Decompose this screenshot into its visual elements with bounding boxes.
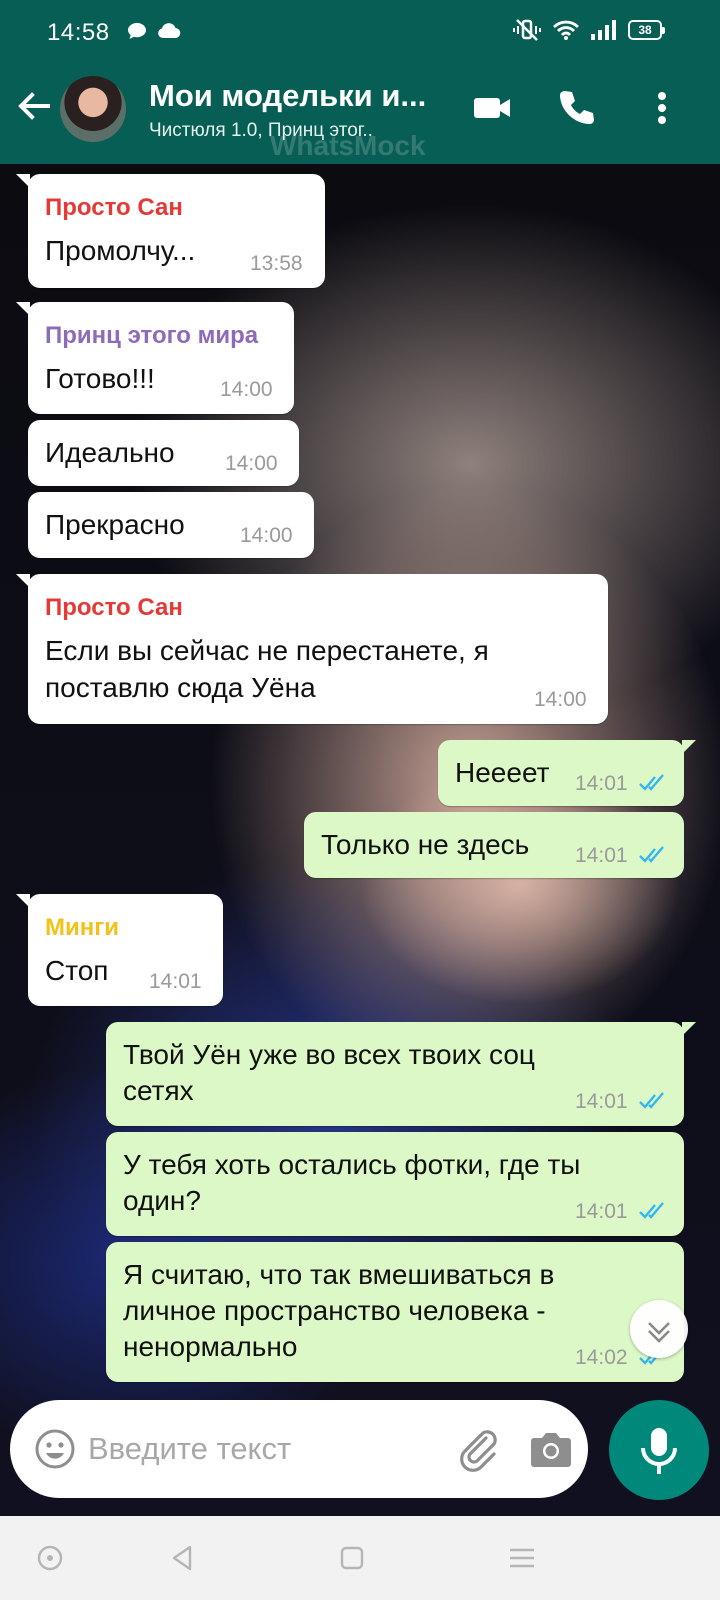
message-time: 14:00: [225, 452, 278, 475]
more-vert-icon[interactable]: [640, 86, 684, 130]
message-bubble[interactable]: Минги Стоп 14:01: [16, 894, 223, 1006]
message-time: 14:00: [220, 378, 273, 401]
message-bubble[interactable]: Идеально 14:00: [28, 420, 299, 486]
emoji-icon[interactable]: [34, 1428, 76, 1470]
cloud-icon: [158, 23, 181, 39]
message-composer: [10, 1400, 588, 1498]
message-bubble[interactable]: Твой Уён уже во всех твоих соц сетях 14:…: [106, 1022, 696, 1126]
assistant-dot-icon[interactable]: [34, 1542, 66, 1574]
message-time: 14:01: [575, 772, 628, 795]
chat-header: Мои модельки и... Чистюля 1.0, Принц это…: [0, 56, 720, 164]
camera-icon[interactable]: [528, 1428, 574, 1470]
status-bar: 14:58 38: [0, 0, 720, 56]
read-receipt-icon: [639, 1202, 664, 1219]
read-receipt-icon: [639, 1092, 664, 1109]
mute-vibrate-icon: [513, 19, 541, 41]
chevron-down-icon: [648, 1322, 670, 1343]
message-text-line: личное пространство человека -: [123, 1295, 546, 1326]
message-text-line: поставлю сюда Уёна: [45, 672, 316, 703]
message-text-line: Твой Уён уже во всех твоих соц: [123, 1039, 535, 1070]
voice-record-button[interactable]: [609, 1400, 709, 1500]
phone-icon[interactable]: [554, 86, 598, 130]
message-sender: Просто Сан: [45, 194, 183, 221]
message-bubble[interactable]: Принц этого мира Готово!!! 14:00: [16, 302, 294, 414]
message-bubble[interactable]: Я считаю, что так вмешиваться в личное п…: [106, 1242, 684, 1382]
back-arrow-icon[interactable]: [14, 86, 54, 126]
message-bubble[interactable]: Неееет 14:01: [438, 740, 696, 806]
chat-title[interactable]: Мои модельки и...: [149, 78, 426, 114]
message-sender: Принц этого мира: [45, 322, 259, 349]
message-sender: Просто Сан: [45, 594, 183, 621]
message-bubble[interactable]: Только не здесь 14:01: [304, 812, 684, 878]
message-text-line: один?: [123, 1185, 201, 1216]
message-text-line: Я считаю, что так вмешиваться в: [123, 1259, 555, 1290]
message-text: Неееет: [455, 757, 550, 788]
message-time: 14:00: [240, 524, 293, 547]
message-text: Стоп: [45, 955, 109, 986]
status-notification-icons: [127, 22, 181, 40]
message-bubble[interactable]: У тебя хоть остались фотки, где ты один?…: [106, 1132, 684, 1236]
message-text: Прекрасно: [45, 509, 185, 540]
avatar[interactable]: [60, 76, 126, 142]
message-text: Идеально: [45, 437, 175, 468]
video-call-icon[interactable]: [470, 86, 514, 130]
message-text-line: Если вы сейчас не перестанете, я: [45, 635, 489, 666]
watermark: WhatsMock: [270, 130, 426, 161]
wifi-icon: [553, 20, 579, 40]
message-time: 13:58: [250, 252, 303, 275]
message-sender: Минги: [45, 914, 119, 941]
message-text-line: ненормально: [123, 1331, 298, 1362]
read-receipt-icon: [639, 846, 664, 863]
message-bubble[interactable]: Просто Сан Если вы сейчас не перестанете…: [16, 574, 608, 724]
battery-indicator: 38: [628, 20, 665, 40]
nav-home-icon[interactable]: [336, 1542, 368, 1574]
nav-recents-icon[interactable]: [506, 1542, 538, 1574]
attach-icon[interactable]: [456, 1426, 502, 1472]
message-time: 14:01: [575, 1090, 628, 1113]
message-text: Только не здесь: [321, 829, 530, 860]
message-text-line: У тебя хоть остались фотки, где ты: [123, 1149, 581, 1180]
message-text: Готово!!!: [45, 363, 155, 394]
message-time: 14:01: [575, 1200, 628, 1223]
status-time: 14:58: [47, 19, 110, 46]
system-nav-bar: [0, 1516, 720, 1600]
message-time: 14:02: [575, 1346, 628, 1369]
message-time: 14:01: [575, 844, 628, 867]
message-bubble[interactable]: Прекрасно 14:00: [28, 492, 314, 558]
read-receipt-icon: [639, 774, 664, 791]
nav-back-icon[interactable]: [166, 1542, 198, 1574]
signal-icon: [591, 20, 616, 40]
message-text-line: сетях: [123, 1075, 194, 1106]
message-bubble[interactable]: Просто Сан Промолчу... 13:58: [16, 174, 325, 288]
message-input[interactable]: [88, 1426, 428, 1472]
message-time: 14:00: [534, 688, 587, 711]
mic-icon: [641, 1428, 677, 1474]
status-system-icons: 38: [512, 18, 665, 42]
message-text: Промолчу...: [45, 235, 196, 266]
chat-bubble-icon: [128, 23, 146, 39]
message-time: 14:01: [149, 970, 202, 993]
scroll-to-bottom-button[interactable]: [630, 1300, 688, 1358]
chat-background[interactable]: Просто Сан Промолчу... 13:58 Принц этого…: [0, 164, 720, 1516]
